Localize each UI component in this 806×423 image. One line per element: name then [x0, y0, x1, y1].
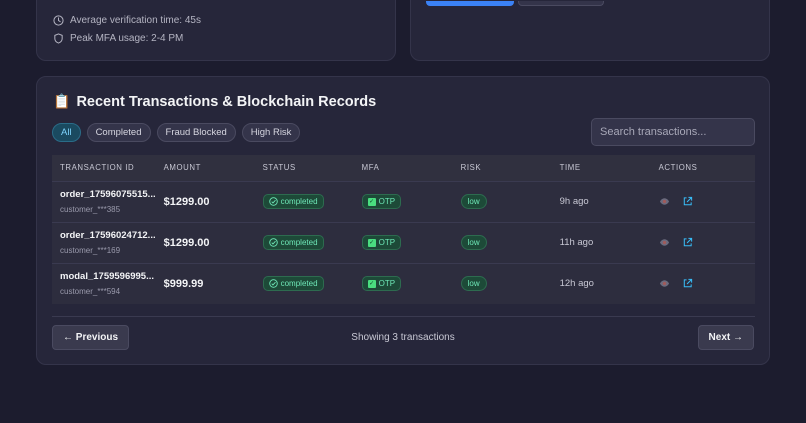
mfa-text: OTP: [378, 279, 396, 289]
col-transaction-id: TRANSACTION ID: [60, 163, 135, 173]
clipboard-icon: 📋: [53, 93, 71, 109]
cell-transaction-id: order_17596024712... customer_***169: [52, 222, 156, 263]
filter-fraud-blocked[interactable]: Fraud Blocked: [156, 123, 236, 142]
status-text: completed: [280, 279, 318, 289]
col-actions: ACTIONS: [658, 163, 698, 173]
col-status: STATUS: [262, 163, 296, 173]
mfa-badge: ✓ OTP: [361, 276, 402, 292]
row-actions: [659, 278, 755, 289]
transaction-id: modal_1759596995...: [60, 271, 155, 283]
mfa-text: OTP: [378, 238, 396, 247]
amount: $1299.00: [163, 195, 210, 208]
risk-badge: low: [460, 276, 487, 292]
transaction-id: order_17596024712...: [60, 230, 156, 241]
cell-transaction-id: order_17596075515... customer_***385: [52, 181, 156, 222]
time-ago: 9h ago: [559, 196, 589, 207]
risk-badge: low: [460, 235, 487, 250]
amount: $1299.00: [163, 236, 210, 249]
risk-badge: low: [460, 194, 487, 209]
cell-transaction-id: modal_1759596995... customer_***594: [52, 263, 156, 304]
table-row[interactable]: order_17596075515... customer_***385 $12…: [52, 181, 755, 222]
section-title-text: Recent Transactions & Blockchain Records: [76, 93, 377, 110]
check-circle-icon: [268, 197, 278, 206]
primary-action-button[interactable]: [426, 1, 514, 6]
peak-mfa-text: Peak MFA usage: 2-4 PM: [70, 33, 184, 44]
customer-id: customer_***169: [60, 246, 121, 255]
row-actions: [659, 196, 755, 207]
secondary-action-button[interactable]: [518, 1, 604, 6]
mfa-badge: ✓ OTP: [361, 194, 402, 209]
status-badge: completed: [262, 235, 324, 250]
stats-card: Average verification time: 45s Peak MFA …: [36, 0, 396, 61]
next-button[interactable]: Next →: [697, 325, 754, 350]
amount: $999.99: [163, 277, 204, 290]
eye-icon[interactable]: [659, 237, 670, 248]
table-row[interactable]: order_17596024712... customer_***169 $12…: [52, 222, 755, 263]
filter-all[interactable]: All: [52, 123, 81, 142]
peak-mfa-stat: Peak MFA usage: 2-4 PM: [53, 33, 183, 44]
external-link-icon[interactable]: [682, 196, 693, 207]
filter-high-risk[interactable]: High Risk: [241, 123, 301, 142]
actions-card: [410, 0, 770, 61]
col-time: TIME: [559, 163, 581, 173]
status-badge: completed: [262, 194, 324, 209]
col-risk: RISK: [460, 163, 482, 173]
external-link-icon[interactable]: [682, 237, 693, 248]
clock-icon: [53, 15, 64, 26]
eye-icon[interactable]: [659, 196, 670, 207]
status-badge: completed: [262, 276, 324, 292]
status-text: completed: [280, 238, 318, 247]
section-title: 📋 Recent Transactions & Blockchain Recor…: [53, 93, 376, 110]
time-ago: 11h ago: [559, 237, 594, 248]
avg-verification-stat: Average verification time: 45s: [53, 15, 201, 26]
check-circle-icon: [268, 279, 278, 288]
showing-count: Showing 3 transactions: [351, 332, 455, 343]
search-input[interactable]: [591, 118, 755, 146]
row-actions: [659, 237, 755, 248]
eye-icon[interactable]: [659, 278, 670, 289]
transactions-table: TRANSACTION ID AMOUNT STATUS MFA RISK TI…: [52, 155, 755, 304]
check-circle-icon: [268, 238, 278, 247]
customer-id: customer_***594: [60, 287, 121, 297]
transactions-card: 📋 Recent Transactions & Blockchain Recor…: [36, 76, 770, 365]
mfa-text: OTP: [378, 197, 396, 206]
table-header: TRANSACTION ID AMOUNT STATUS MFA RISK TI…: [52, 155, 755, 181]
status-text: completed: [280, 197, 318, 206]
shield-icon: [54, 33, 63, 44]
filter-completed[interactable]: Completed: [86, 123, 151, 142]
table-row[interactable]: modal_1759596995... customer_***594 $999…: [52, 263, 755, 304]
mfa-badge: ✓ OTP: [361, 235, 402, 250]
checkbox-icon: ✓: [367, 238, 376, 247]
divider: [52, 316, 755, 317]
transaction-id: order_17596075515...: [60, 189, 156, 200]
avg-verification-text: Average verification time: 45s: [70, 15, 201, 26]
customer-id: customer_***385: [60, 205, 121, 214]
filter-chips: All Completed Fraud Blocked High Risk: [52, 123, 301, 142]
col-amount: AMOUNT: [163, 163, 201, 173]
col-mfa: MFA: [361, 163, 380, 173]
time-ago: 12h ago: [559, 278, 594, 290]
checkbox-icon: ✓: [367, 197, 376, 206]
checkbox-icon: ✓: [367, 279, 376, 288]
external-link-icon[interactable]: [682, 278, 693, 289]
